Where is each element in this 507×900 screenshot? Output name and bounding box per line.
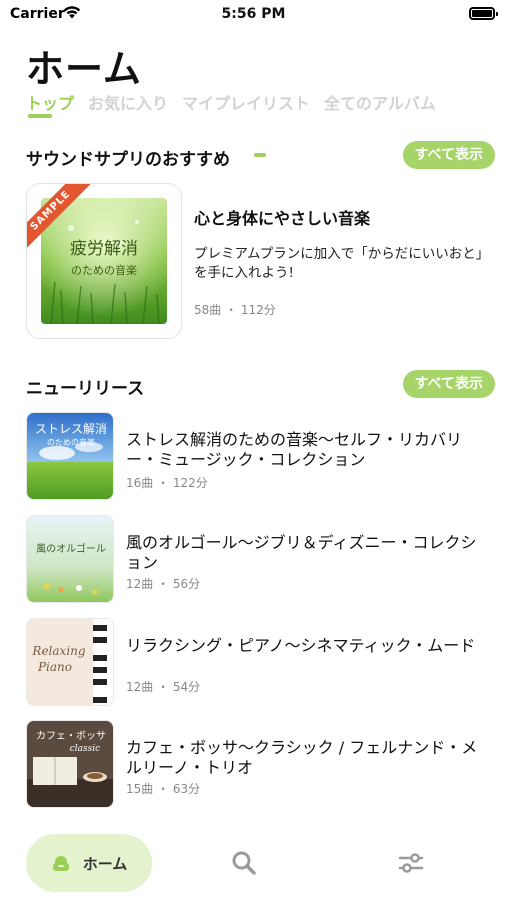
svg-text:のための音楽: のための音楽 (47, 437, 95, 447)
tab-bar-search-button[interactable] (229, 848, 259, 878)
section-title-new-releases: ニューリリース (26, 379, 145, 399)
music-box-artwork-icon: 風のオルゴール (27, 516, 113, 602)
clock: 5:56 PM (221, 6, 286, 22)
tab-all-albums[interactable]: 全てのアルバム (324, 90, 436, 114)
featured-album-card[interactable]: 疲労解消 のための音楽 SAMPLE 心と身体にやさしい音楽 プレミアムプランに… (26, 183, 495, 339)
top-tabs: トップ お気に入り マイプレイリスト 全てのアルバム (26, 90, 436, 118)
release-title: ストレス解消のための音楽～セルフ・リカバリー・ミュージック・コレクション (126, 430, 463, 469)
release-title: カフェ・ボッサ～クラシック / フェルナンド・メルリーノ・トリオ (126, 738, 478, 777)
release-art: ストレス解消 のための音楽 (26, 412, 114, 500)
tab-bar-home-label: ホーム (82, 854, 128, 873)
section-title-recommended: サウンドサプリのおすすめ (26, 150, 230, 170)
page-title: ホーム (26, 47, 142, 91)
svg-text:のための音楽: のための音楽 (71, 263, 137, 277)
tab-my-playlists[interactable]: マイプレイリスト (182, 90, 310, 114)
settings-sliders-icon (398, 853, 424, 873)
cafe-artwork-icon: カフェ・ボッサ classic (27, 721, 113, 807)
featured-album-title: 心と身体にやさしい音楽 (194, 209, 371, 228)
bottom-tab-bar: ホーム (0, 830, 507, 900)
status-bar: Carrier 5:56 PM (0, 0, 507, 30)
search-icon (232, 851, 256, 875)
release-meta: 12曲 ・ 54分 (126, 680, 201, 694)
release-art: Relaxing Piano (26, 618, 114, 706)
featured-album-description: プレミアムプランに加入で「からだにいいおと」を手に入れよう! (194, 246, 483, 281)
release-item[interactable]: ストレス解消 のための音楽 ストレス解消のための音楽～セルフ・リカバリー・ミュー… (26, 412, 495, 500)
svg-text:疲労解消: 疲労解消 (70, 239, 138, 259)
svg-text:Piano: Piano (37, 660, 72, 674)
release-title: 風のオルゴール～ジブリ＆ディズニー・コレクション (126, 533, 477, 572)
svg-text:カフェ・ボッサ: カフェ・ボッサ (36, 730, 106, 742)
see-all-new-releases-button[interactable]: すべて表示 (402, 370, 495, 398)
tab-bar-settings-button[interactable] (396, 848, 426, 878)
featured-album-art-frame: 疲労解消 のための音楽 SAMPLE (26, 183, 182, 339)
tab-top[interactable]: トップ (26, 90, 74, 118)
release-item[interactable]: Relaxing Piano リラクシング・ピアノ～シネマティック・ムード 12… (26, 618, 495, 706)
release-title: リラクシング・ピアノ～シネマティック・ムード (126, 636, 476, 655)
release-art: カフェ・ボッサ classic (26, 720, 114, 808)
svg-text:Relaxing: Relaxing (31, 644, 85, 658)
release-meta: 12曲 ・ 56分 (126, 577, 201, 591)
meadow-artwork-icon: 疲労解消 のための音楽 (41, 198, 167, 324)
recommended-header: サウンドサプリのおすすめ すべて表示 (26, 141, 495, 170)
battery-icon (469, 7, 498, 20)
featured-album-meta: 58曲 ・ 112分 (194, 303, 276, 317)
svg-text:風のオルゴール: 風のオルゴール (36, 542, 106, 555)
release-meta: 16曲 ・ 122分 (126, 476, 208, 490)
home-icon (52, 856, 69, 871)
tab-favorites[interactable]: お気に入り (88, 90, 168, 114)
tab-bar-home-button[interactable]: ホーム (26, 834, 152, 892)
svg-text:ストレス解消: ストレス解消 (35, 422, 107, 436)
svg-text:classic: classic (70, 744, 100, 754)
release-item[interactable]: 風のオルゴール 風のオルゴール～ジブリ＆ディズニー・コレクション 12曲 ・ 5… (26, 515, 495, 603)
section-dash (254, 153, 266, 157)
featured-album-art: 疲労解消 のための音楽 (41, 198, 167, 324)
release-art: 風のオルゴール (26, 515, 114, 603)
piano-artwork-icon: Relaxing Piano (27, 619, 113, 705)
release-meta: 15曲 ・ 63分 (126, 782, 201, 796)
release-item[interactable]: カフェ・ボッサ classic カフェ・ボッサ～クラシック / フェルナンド・メ… (26, 720, 495, 808)
see-all-recommended-button[interactable]: すべて表示 (402, 141, 495, 169)
sky-meadow-artwork-icon: ストレス解消 のための音楽 (27, 413, 113, 499)
new-releases-header: ニューリリース すべて表示 (26, 370, 495, 399)
